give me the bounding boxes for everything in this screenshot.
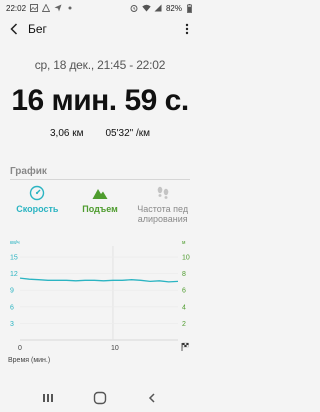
graph-tabs: Скорость Подъем Частота пед алирования — [6, 184, 194, 228]
speed-series-line — [19, 277, 179, 283]
back-nav-icon — [148, 393, 155, 403]
left-tick-label: 12 — [10, 271, 18, 278]
speedometer-icon — [29, 184, 45, 202]
chart-grid — [20, 246, 178, 341]
alarm-icon — [130, 4, 139, 13]
back-button[interactable] — [6, 20, 22, 38]
workout-duration: 16 мин. 59 с. — [11, 84, 189, 117]
flag-square — [184, 342, 187, 346]
speed-chart-svg: км/ч м Время (мин.) 3 6 9 12 15 2 4 6 8 10 0 10 — [8, 240, 190, 364]
workout-date-range: ср, 18 дек., 21:45 - 22:02 — [34, 58, 166, 72]
checkered-flag-icon — [181, 342, 189, 351]
mountain-icon — [92, 184, 108, 202]
right-tick-label: 2 — [182, 321, 186, 328]
tab-cadence-label: Частота пед алирования — [137, 204, 189, 224]
status-bar: 22:02 82% — [0, 0, 200, 16]
right-tick-label: 8 — [182, 271, 186, 278]
right-tick-label: 10 — [182, 255, 190, 262]
status-bar-left: 22:02 — [6, 4, 74, 13]
home-button[interactable] — [91, 389, 109, 407]
send-notification-icon — [53, 4, 62, 13]
section-divider — [10, 179, 190, 180]
battery-icon — [185, 3, 194, 13]
right-axis-unit: м — [182, 240, 186, 246]
flag-square — [182, 344, 185, 348]
right-tick-label: 4 — [182, 304, 186, 311]
warning-notification-icon — [41, 4, 50, 13]
chart-series — [19, 277, 179, 283]
left-tick-label: 15 — [10, 255, 18, 262]
signal-icon — [154, 4, 163, 13]
flag-square — [186, 344, 189, 348]
more-vertical-icon — [185, 23, 189, 35]
workout-stats: 3,06 км 05'32" /км — [0, 128, 200, 139]
tab-cadence[interactable]: Частота пед алирования — [131, 184, 194, 228]
flag-square — [182, 342, 185, 346]
dot-notification-icon — [65, 4, 74, 13]
left-tick-label: 6 — [10, 304, 14, 311]
battery-level: 82% — [165, 3, 182, 13]
speed-chart: км/ч м Время (мин.) 3 6 9 12 15 2 4 6 8 10 0 10 — [8, 236, 192, 368]
recent-apps-icon — [43, 394, 53, 402]
flag-square — [186, 342, 189, 346]
left-tick-label: 3 — [10, 321, 14, 328]
flag-square — [184, 344, 187, 348]
x-axis-title: Время (мин.) — [8, 357, 50, 364]
right-tick-label: 6 — [182, 288, 186, 295]
recent-apps-button[interactable] — [39, 389, 57, 407]
left-tick-label: 9 — [10, 288, 14, 295]
tab-speed-label: Скорость — [16, 204, 59, 214]
gallery-notification-icon — [29, 4, 38, 13]
graph-section-title: График — [10, 166, 47, 177]
distance-value: 3,06 км — [49, 128, 84, 139]
status-bar-right: 82% — [130, 3, 194, 13]
wifi-icon — [142, 4, 151, 13]
tab-elevation[interactable]: Подъем — [69, 184, 132, 228]
tab-speed[interactable]: Скорость — [6, 184, 69, 228]
footsteps-icon — [155, 184, 171, 202]
pace-value: 05'32" /км — [105, 128, 150, 139]
left-axis-unit: км/ч — [10, 240, 20, 246]
more-options-button[interactable] — [180, 20, 194, 38]
app-bar: Бег — [0, 16, 200, 42]
tab-elevation-label: Подъем — [82, 204, 118, 214]
system-nav-bar — [0, 384, 200, 412]
back-nav-button[interactable] — [143, 389, 161, 407]
x-tick-label: 0 — [18, 345, 22, 352]
status-time: 22:02 — [6, 3, 27, 13]
back-arrow-icon — [10, 23, 18, 35]
x-tick-label: 10 — [111, 345, 119, 352]
home-icon — [93, 391, 107, 405]
chart-ticks: 3 6 9 12 15 2 4 6 8 10 0 10 — [10, 255, 190, 352]
page-title: Бег — [28, 22, 47, 36]
